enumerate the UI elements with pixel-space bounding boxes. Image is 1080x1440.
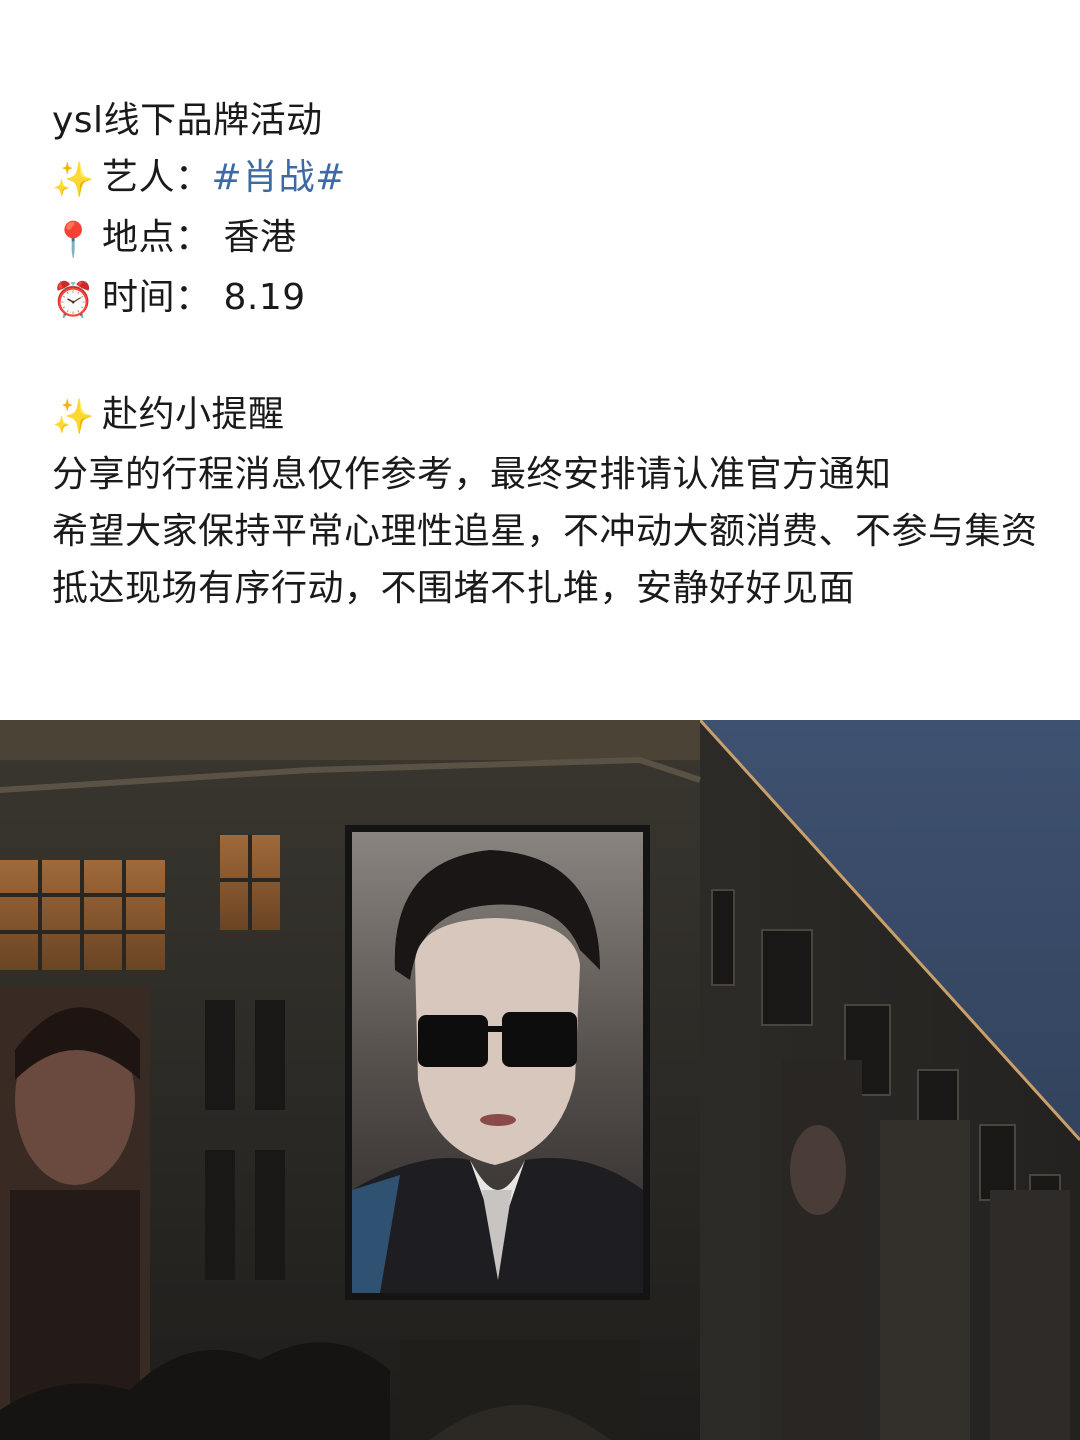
reminder-line: 分享的行程消息仅作参考，最终安排请认准官方通知 bbox=[52, 454, 892, 495]
artist-hashtag-link[interactable]: #肖战# bbox=[212, 157, 346, 198]
sparkles-icon: ✨ bbox=[52, 397, 95, 437]
reminder-line: 希望大家保持平常心理性追星，不冲动大额消费、不参与集资 bbox=[52, 511, 1038, 552]
post-title: ysl线下品牌活动 bbox=[52, 100, 323, 141]
alarm-clock-icon: ⏰ bbox=[52, 280, 95, 320]
event-photo[interactable] bbox=[0, 720, 1080, 1440]
time-row: ⏰ 时间： 8.19 bbox=[52, 269, 1052, 329]
location-label: 地点： bbox=[102, 217, 212, 258]
artist-row: ✨ 艺人：#肖战# bbox=[52, 149, 1052, 209]
left-poster bbox=[0, 985, 150, 1440]
round-pushpin-icon: 📍 bbox=[52, 220, 95, 260]
post-text: ysl线下品牌活动 ✨ 艺人：#肖战# 📍 地点： 香港 ⏰ 时间： 8.19 ✨ 赴约… bbox=[52, 92, 1052, 617]
reminder-line: 抵达现场有序行动，不围堵不扎堆，安静好好见面 bbox=[52, 568, 856, 609]
time-label: 时间： bbox=[102, 277, 212, 318]
building-billboard-illustration bbox=[0, 720, 1080, 1440]
artist-label: 艺人： bbox=[102, 157, 212, 198]
sparkles-icon: ✨ bbox=[52, 160, 95, 200]
reminder-heading: 赴约小提醒 bbox=[102, 394, 285, 435]
billboard-screen bbox=[345, 825, 650, 1300]
reminder-heading-row: ✨ 赴约小提醒 bbox=[52, 386, 1052, 446]
location-value: 香港 bbox=[223, 217, 297, 258]
time-value: 8.19 bbox=[223, 277, 306, 318]
location-row: 📍 地点： 香港 bbox=[52, 209, 1052, 269]
